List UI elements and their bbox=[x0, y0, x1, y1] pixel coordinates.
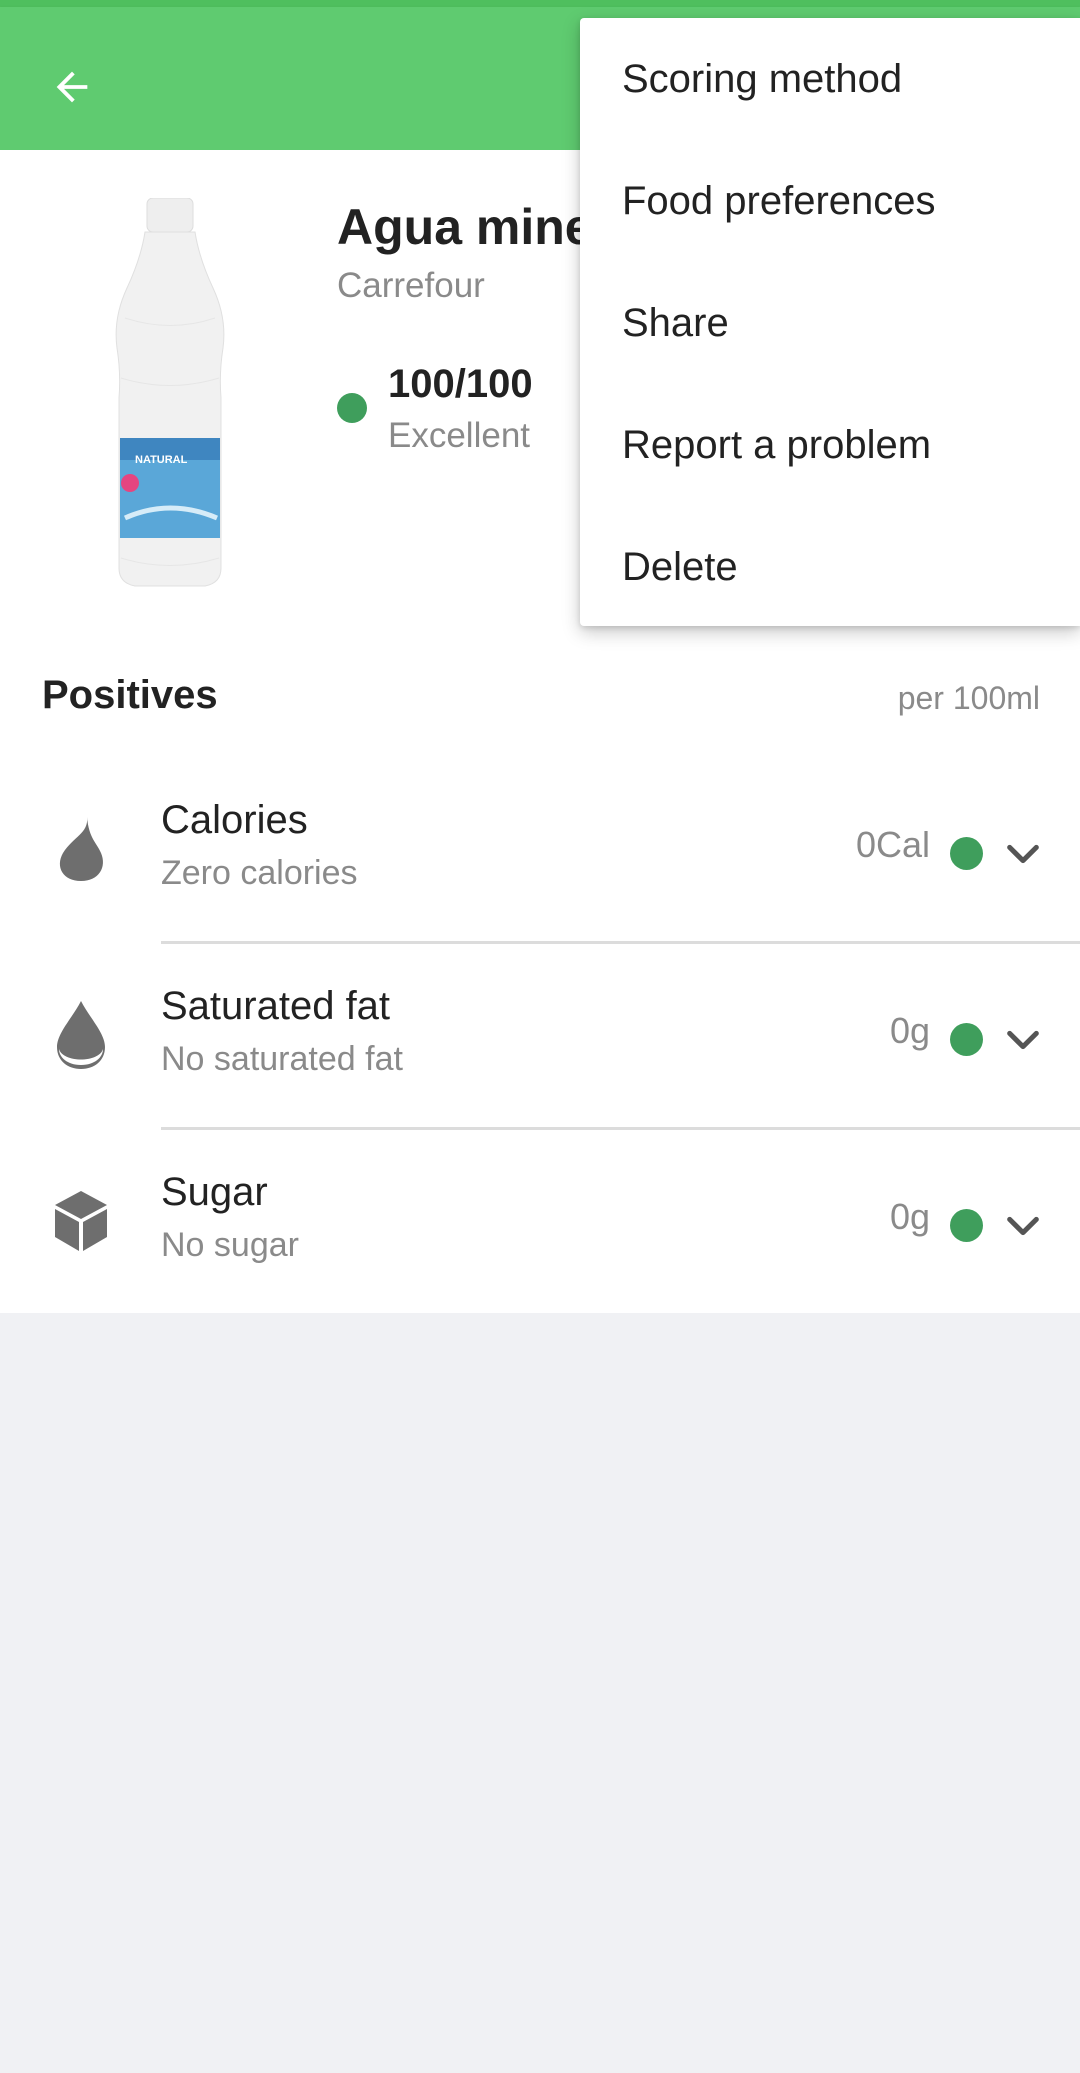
chevron-down-icon[interactable] bbox=[1003, 1020, 1043, 1060]
bottle-label-text: NATURAL bbox=[135, 454, 188, 466]
score-indicator-dot bbox=[337, 393, 367, 423]
section-title-positives: Positives bbox=[42, 673, 218, 717]
flame-icon bbox=[42, 810, 120, 888]
chevron-down-icon[interactable] bbox=[1003, 1206, 1043, 1246]
nutrient-name: Sugar bbox=[161, 1170, 268, 1214]
menu-item-report-problem[interactable]: Report a problem bbox=[580, 384, 1080, 506]
nutrient-value: 0Cal bbox=[855, 824, 930, 865]
drop-icon bbox=[42, 996, 120, 1074]
nutrient-row-saturated-fat[interactable]: Saturated fat No saturated fat 0g bbox=[0, 944, 1080, 1130]
nutrient-value: 0g bbox=[889, 1196, 930, 1237]
nutrient-value: 0g bbox=[889, 1010, 930, 1051]
nutrient-description: No sugar bbox=[161, 1226, 299, 1264]
menu-item-food-preferences[interactable]: Food preferences bbox=[580, 140, 1080, 262]
nutrient-status-dot bbox=[950, 837, 983, 870]
nutrient-description: Zero calories bbox=[161, 854, 358, 892]
nutrient-description: No saturated fat bbox=[161, 1040, 403, 1078]
nutrient-row-calories[interactable]: Calories Zero calories 0Cal bbox=[0, 758, 1080, 944]
product-title: Agua mine bbox=[337, 199, 593, 255]
arrow-left-icon bbox=[56, 71, 88, 103]
status-bar bbox=[0, 0, 1080, 7]
score-label: Excellent bbox=[388, 416, 531, 455]
nutrient-name: Calories bbox=[161, 798, 308, 842]
score-value: 100/100 bbox=[388, 362, 533, 406]
product-image: NATURAL bbox=[115, 198, 225, 587]
back-button[interactable] bbox=[30, 45, 114, 129]
overflow-menu: Scoring method Food preferences Share Re… bbox=[580, 18, 1080, 626]
menu-item-delete[interactable]: Delete bbox=[580, 506, 1080, 628]
nutrient-status-dot bbox=[950, 1023, 983, 1056]
nutrient-row-sugar[interactable]: Sugar No sugar 0g bbox=[0, 1130, 1080, 1316]
nutrient-status-dot bbox=[950, 1209, 983, 1242]
product-brand: Carrefour bbox=[337, 266, 485, 305]
menu-item-share[interactable]: Share bbox=[580, 262, 1080, 384]
chevron-down-icon[interactable] bbox=[1003, 834, 1043, 874]
cube-icon bbox=[42, 1182, 120, 1260]
nutrient-name: Saturated fat bbox=[161, 984, 391, 1028]
menu-item-scoring-method[interactable]: Scoring method bbox=[580, 18, 1080, 140]
section-unit: per 100ml bbox=[897, 680, 1040, 716]
